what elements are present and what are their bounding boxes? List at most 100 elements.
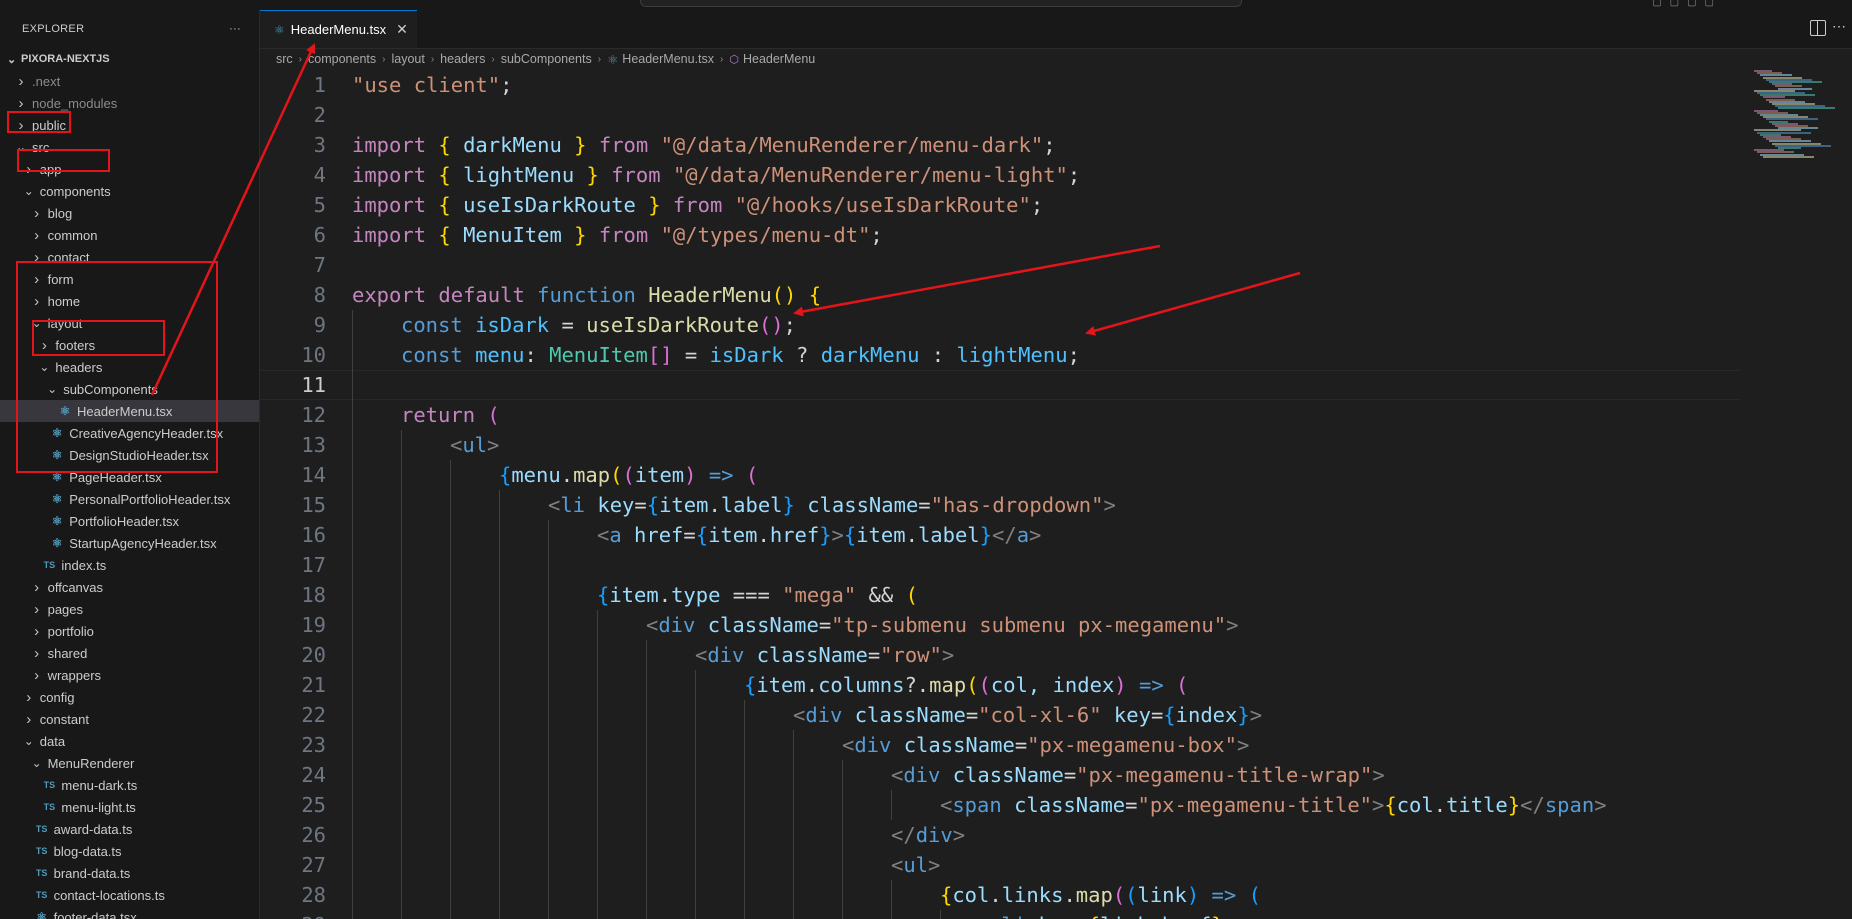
tree-item[interactable]: › shared [0,642,259,664]
code-line[interactable]: 27 <ul> [260,850,1740,880]
tree-item[interactable]: › offcanvas [0,576,259,598]
tree-item[interactable]: ⚛ PersonalPortfolioHeader.tsx [0,488,259,510]
code-text: <div className="col-xl-6" key={index}> [793,703,1262,727]
tree-item[interactable]: › node_modules [0,92,259,114]
line-number: 17 [301,553,326,577]
tree-item[interactable]: › footers [0,334,259,356]
tree-item[interactable]: ⌄ src [0,136,259,158]
code-line[interactable]: 6 import { MenuItem } from "@/types/menu-… [260,220,1740,250]
code-line[interactable]: 28 {col.links.map((link) => ( [260,880,1740,910]
tree-item[interactable]: › form [0,268,259,290]
tree-item[interactable]: ⚛ PortfolioHeader.tsx [0,510,259,532]
indent-guide [499,790,500,820]
tree-item[interactable]: ⌄ subComponents [0,378,259,400]
command-center[interactable] [640,0,1242,7]
breadcrumb-headers[interactable]: headers [440,52,485,66]
line-number: 28 [301,883,326,907]
code-line[interactable]: 9 const isDark = useIsDarkRoute(); [260,310,1740,340]
code-line[interactable]: 7 [260,250,1740,280]
code-line[interactable]: 1 "use client"; [260,70,1740,100]
close-icon[interactable]: ✕ [396,21,408,38]
code-line[interactable]: 25 <span className="px-megamenu-title">{c… [260,790,1740,820]
tree-item[interactable]: ⚛ DesignStudioHeader.tsx [0,444,259,466]
indent-guide [695,850,696,880]
tree-item[interactable]: TS index.ts [0,554,259,576]
minimap[interactable] [1746,70,1838,180]
more-actions-icon[interactable]: ··· [229,23,241,35]
indent-guide [450,820,451,850]
tree-item[interactable]: TS award-data.ts [0,818,259,840]
tree-item[interactable]: ⚛ CreativeAgencyHeader.tsx [0,422,259,444]
breadcrumb-layout[interactable]: layout [391,52,424,66]
tree-item[interactable]: › constant [0,708,259,730]
tree-item[interactable]: ⚛ HeaderMenu.tsx [0,400,259,422]
tree-item[interactable]: › public [0,114,259,136]
code-line[interactable]: 21 {item.columns?.map((col, index) => ( [260,670,1740,700]
tree-item[interactable]: TS menu-light.ts [0,796,259,818]
breadcrumb-symbol[interactable]: HeaderMenu [743,52,815,66]
code-line[interactable]: 20 <div className="row"> [260,640,1740,670]
tree-item[interactable]: › common [0,224,259,246]
tree-item[interactable]: › home [0,290,259,312]
split-editor-icon[interactable] [1810,20,1826,36]
code-line[interactable]: 3 import { darkMenu } from "@/data/MenuRe… [260,130,1740,160]
breadcrumb-file[interactable]: HeaderMenu.tsx [622,52,714,66]
code-token: = [549,313,587,337]
code-token: < [989,913,1001,919]
code-line[interactable]: 13 <ul> [260,430,1740,460]
tree-item[interactable]: ⌄ layout [0,312,259,334]
tree-item[interactable]: › config [0,686,259,708]
code-line[interactable]: 4 import { lightMenu } from "@/data/MenuR… [260,160,1740,190]
tree-item[interactable]: › app [0,158,259,180]
indent-guide [744,790,745,820]
more-icon[interactable]: ⋯ [1832,18,1846,35]
tree-item[interactable]: ⚛ StartupAgencyHeader.tsx [0,532,259,554]
code-line[interactable]: 16 <a href={item.href}>{item.label}</a> [260,520,1740,550]
code-token: } [782,493,795,517]
tab-headermenu[interactable]: ⚛ HeaderMenu.tsx ✕ [260,10,417,48]
code-line[interactable]: 18 {item.type === "mega" && ( [260,580,1740,610]
tree-item[interactable]: ⌄ MenuRenderer [0,752,259,774]
code-line[interactable]: 12 return ( [260,400,1740,430]
code-line[interactable]: 8 export default function HeaderMenu() { [260,280,1740,310]
tree-item[interactable]: › portfolio [0,620,259,642]
tree-item[interactable]: TS brand-data.ts [0,862,259,884]
tree-item[interactable]: TS blog-data.ts [0,840,259,862]
indent-guide [450,760,451,790]
project-root[interactable]: ⌄ PIXORA-NEXTJS [0,48,259,70]
code-editor[interactable]: 1 "use client"; 2 3 import { darkMenu } from… [260,70,1852,919]
code-token: col [1396,793,1434,817]
tree-item[interactable]: › blog [0,202,259,224]
code-line[interactable]: 14 {menu.map((item) => ( [260,460,1740,490]
layout-controls[interactable]: ▢▢▢▢ [1652,0,1722,8]
code-line[interactable]: 23 <div className="px-megamenu-box"> [260,730,1740,760]
code-line[interactable]: 24 <div className="px-megamenu-title-wrap… [260,760,1740,790]
tree-item[interactable]: TS menu-dark.ts [0,774,259,796]
code-line[interactable]: 2 [260,100,1740,130]
indent-guide [597,760,598,790]
tree-item[interactable]: › wrappers [0,664,259,686]
code-line[interactable]: 5 import { useIsDarkRoute } from "@/hooks… [260,190,1740,220]
code-line[interactable]: 26 </div> [260,820,1740,850]
breadcrumb-src[interactable]: src [276,52,293,66]
tree-item[interactable]: › .next [0,70,259,92]
tree-item[interactable]: ⌄ data [0,730,259,752]
code-line[interactable]: 10 const menu: MenuItem[] = isDark ? dark… [260,340,1740,370]
code-line[interactable]: 15 <li key={item.label} className="has-dr… [260,490,1740,520]
tree-item[interactable]: ⌄ components [0,180,259,202]
tree-item[interactable]: TS contact-locations.ts [0,884,259,906]
tree-item[interactable]: › contact [0,246,259,268]
breadcrumb-components[interactable]: components [308,52,376,66]
code-line[interactable]: 19 <div className="tp-submenu submenu px-… [260,610,1740,640]
tree-item[interactable]: ⚛ footer-data.tsx [0,906,259,919]
code-line[interactable]: 29 <li key={link.href} [260,910,1740,919]
indent-guide [401,520,402,550]
code-line[interactable]: 11 [260,370,1740,400]
code-line[interactable]: 22 <div className="col-xl-6" key={index}> [260,700,1740,730]
tree-item[interactable]: › pages [0,598,259,620]
code-token: : [919,343,957,367]
breadcrumb-subcomponents[interactable]: subComponents [501,52,592,66]
tree-item[interactable]: ⌄ headers [0,356,259,378]
code-line[interactable]: 17 [260,550,1740,580]
tree-item[interactable]: ⚛ PageHeader.tsx [0,466,259,488]
